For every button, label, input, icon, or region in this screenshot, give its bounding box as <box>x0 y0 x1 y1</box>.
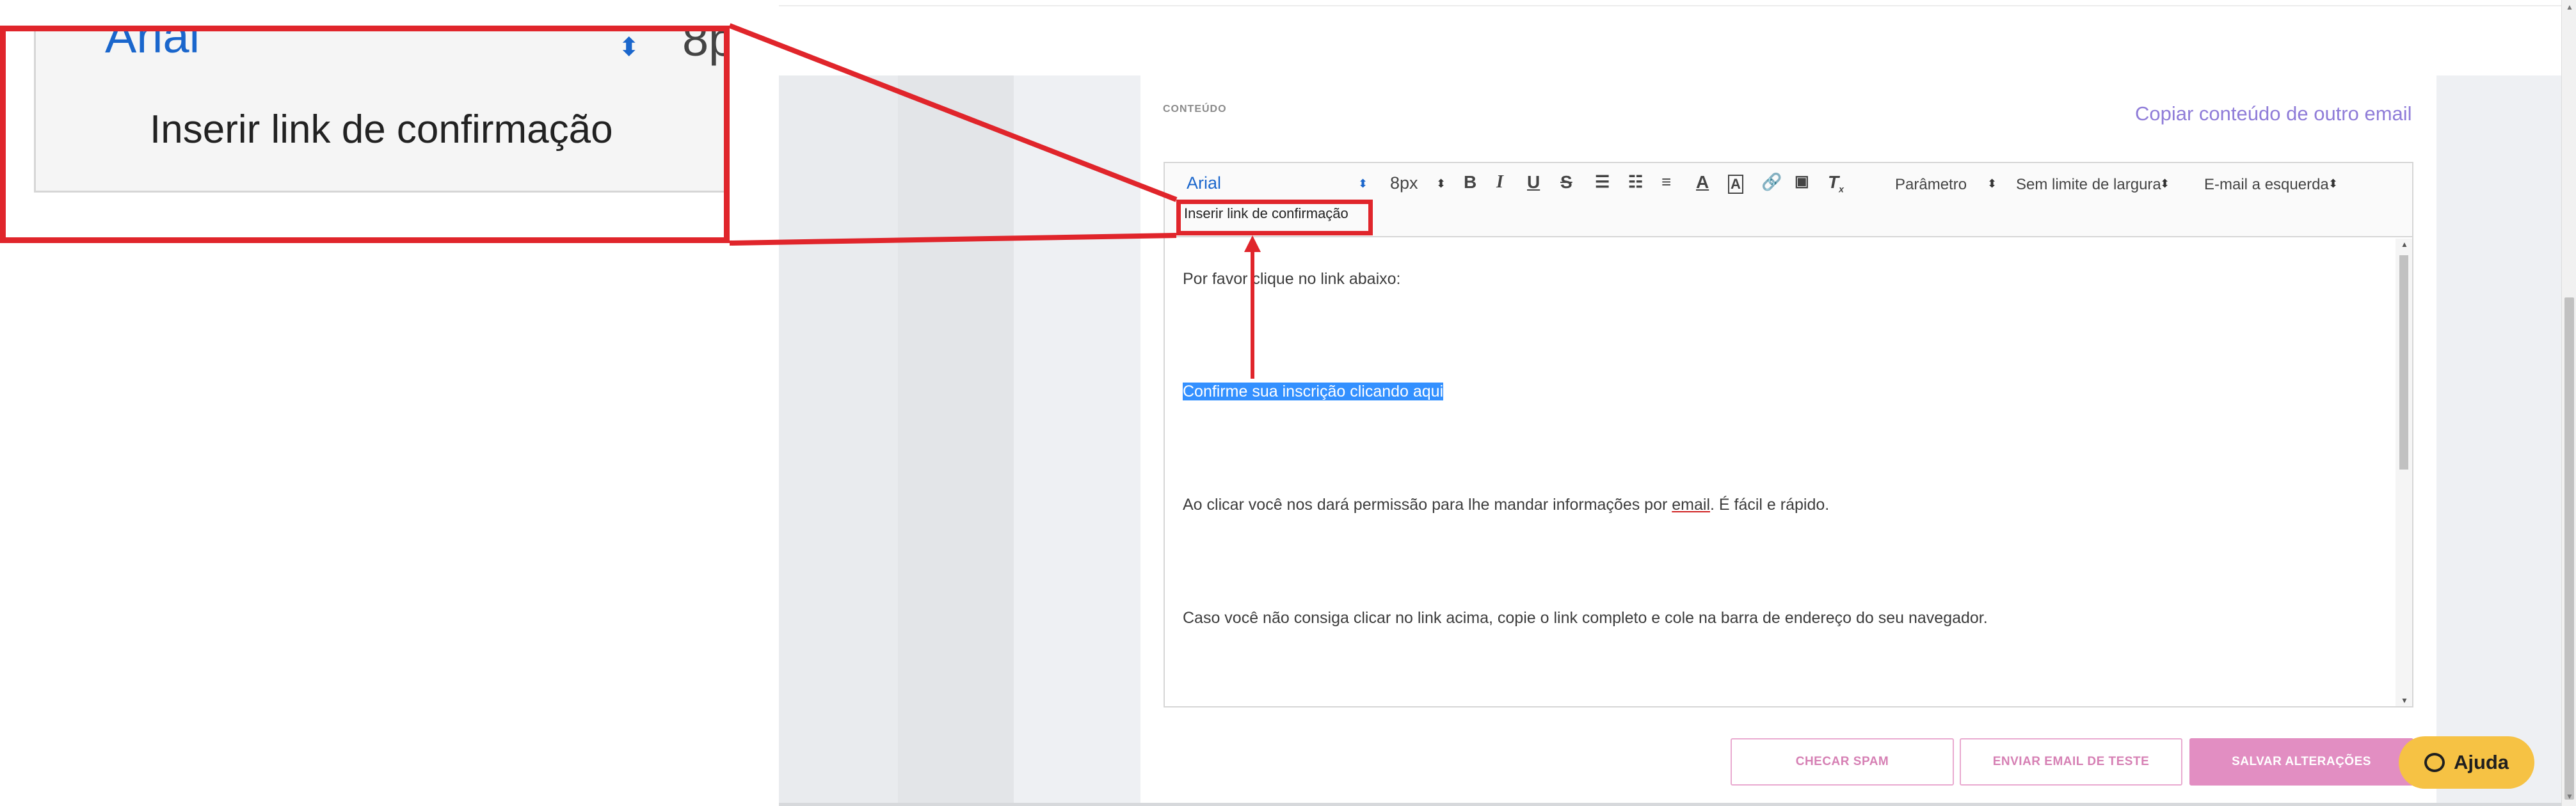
zoom-size-label: 8p <box>682 26 724 66</box>
zoom-toolbar: Arial ⬍ 8p Inserir link de confirmação <box>34 31 724 193</box>
zoom-confirmation-label: Inserir link de confirmação <box>150 107 613 152</box>
callout-line-bottom <box>729 233 1177 246</box>
pointer-arrow-head <box>1244 235 1261 252</box>
zoom-font-label: Arial <box>105 26 200 63</box>
highlight-box <box>1176 200 1373 235</box>
callout-line-top <box>728 23 1178 202</box>
zoom-arrows-icon: ⬍ <box>618 33 640 61</box>
zoom-callout: Arial ⬍ 8p Inserir link de confirmação <box>0 26 730 243</box>
